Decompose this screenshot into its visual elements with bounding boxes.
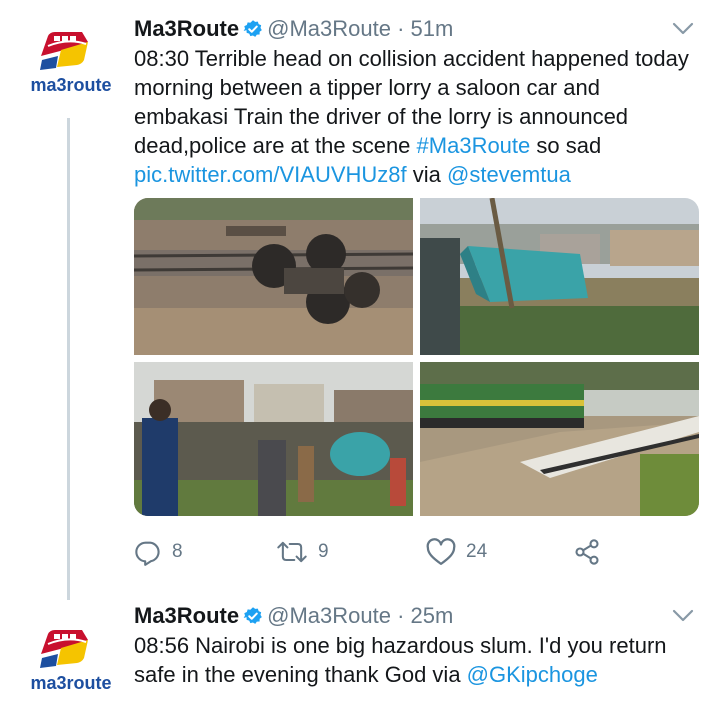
pic-link[interactable]: pic.twitter.com/VIAUVHUz8f [134,162,407,187]
chevron-down-icon[interactable] [672,22,694,36]
like-icon [426,538,456,565]
like-button[interactable]: 24 [426,537,487,567]
display-name[interactable]: Ma3Route [134,603,239,628]
ma3route-logo-avatar[interactable]: ma3route [24,618,118,696]
tweet-text: 08:56 Nairobi is one big hazardous slum.… [134,631,699,689]
user-handle[interactable]: @Ma3Route [267,603,391,628]
photo-overturned-lorry[interactable] [420,198,699,355]
tweet-body: 08:30 Terrible head on collision acciden… [134,46,689,158]
tweet-header: Ma3Route @Ma3Route · 51m [134,14,453,44]
chevron-down-icon[interactable] [672,609,694,623]
photo-train[interactable] [420,362,699,516]
logo-bus-mark [40,32,88,70]
ma3route-logo-avatar[interactable]: ma3route [24,20,118,98]
reply-icon [135,541,160,566]
tweet-text: 08:30 Terrible head on collision acciden… [134,44,699,189]
share-icon [575,539,599,565]
via-text: via [406,162,447,187]
thread-connector-line [67,118,70,600]
tweet-timestamp[interactable]: 25m [411,603,454,628]
mention-link[interactable]: @GKipchoge [467,662,598,687]
mention-link[interactable]: @stevemtua [447,162,571,187]
user-handle[interactable]: @Ma3Route [267,16,391,41]
tweet-1[interactable]: ma3route Ma3Route @Ma3Route · 51m 08:30 T… [0,0,720,600]
tweet-header: Ma3Route @Ma3Route · 25m [134,601,453,631]
display-name[interactable]: Ma3Route [134,16,239,41]
avatar-brand-text: ma3route [30,75,111,95]
like-count: 24 [466,541,488,562]
retweet-button[interactable]: 9 [276,537,329,567]
retweet-count: 9 [318,541,329,562]
separator-dot: · [397,603,405,628]
share-button[interactable] [572,537,602,567]
tweet-2[interactable]: ma3route Ma3Route @Ma3Route · 25m 08:56 N… [0,600,720,707]
avatar-brand-text: ma3route [30,673,111,693]
logo-bus-mark [40,630,88,668]
tweet-body-suffix: so sad [530,133,602,158]
tweet-actions: 8 9 24 [134,537,604,567]
photo-crowd-police[interactable] [134,362,413,516]
media-grid [134,198,699,516]
verified-badge-icon [243,607,262,624]
reply-count: 8 [172,541,183,562]
separator-dot: · [397,16,405,41]
retweet-icon [277,541,307,563]
verified-badge-icon [243,20,262,37]
photo-wreckage-wheels[interactable] [134,198,413,355]
tweet-timestamp[interactable]: 51m [411,16,454,41]
hashtag-link[interactable]: #Ma3Route [417,133,531,158]
reply-button[interactable]: 8 [134,537,183,567]
